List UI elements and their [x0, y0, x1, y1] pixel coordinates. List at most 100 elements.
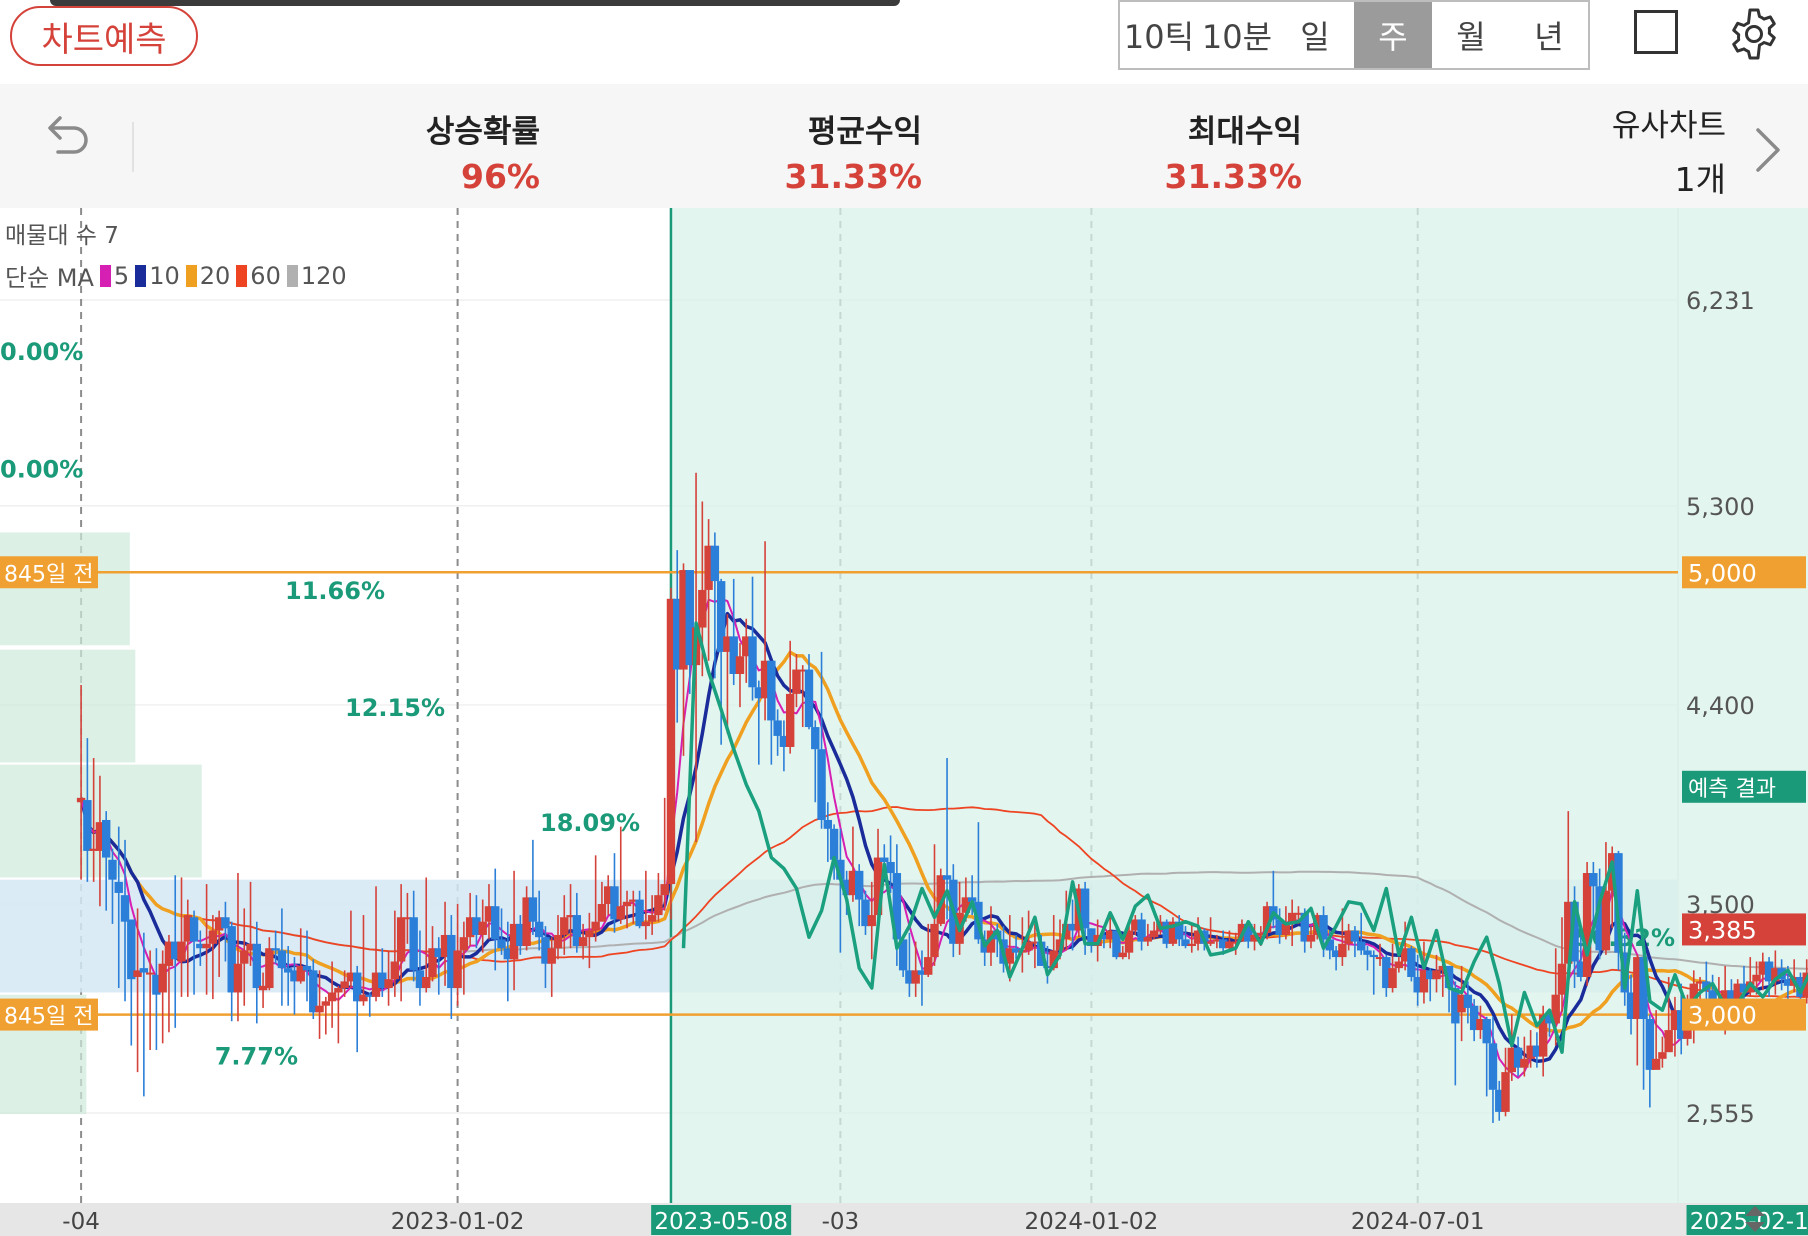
candle-body	[422, 976, 431, 989]
candle-body	[1752, 974, 1761, 982]
ma20-label: 20	[199, 261, 231, 290]
candle-body	[1363, 950, 1372, 955]
chart-predict-button[interactable]: 차트예측	[10, 6, 198, 66]
candle-body	[710, 545, 720, 582]
candle-body	[139, 968, 149, 973]
candle-body	[1388, 968, 1397, 989]
candle-body	[208, 930, 218, 944]
price-chart[interactable]: 11.66%12.15%18.09%50.32%7.77%0.00%0.00% …	[0, 208, 1808, 1236]
candle-body	[252, 943, 261, 989]
chevron-right-icon[interactable]	[1750, 122, 1786, 178]
candle-body	[83, 800, 92, 851]
period-day-button[interactable]: 일	[1276, 2, 1354, 68]
rise-probability-label: 상승확률	[425, 114, 540, 150]
max-return-value: 31.33%	[1164, 157, 1302, 196]
candle-body	[773, 720, 782, 736]
candle-body	[867, 915, 876, 927]
candle-body	[817, 749, 826, 820]
candle-body	[1118, 952, 1127, 958]
candle-body	[660, 884, 669, 896]
candle-body	[1501, 1072, 1510, 1112]
top-strip	[50, 0, 900, 6]
gear-icon[interactable]	[1724, 4, 1784, 64]
price-tick-label: 6,231	[1686, 287, 1755, 315]
candle-body	[384, 979, 393, 989]
volume-profile-bar	[0, 532, 130, 646]
price-level-label: 845일 전	[4, 562, 93, 587]
ma-legend-label: 단순 MA	[5, 264, 94, 292]
back-arrow-icon[interactable]	[36, 104, 96, 164]
ma-legend: 단순 MA 5 10 20 60 120	[5, 258, 347, 293]
candle-body	[1394, 961, 1404, 969]
candle-body	[145, 972, 155, 975]
candle-body	[1658, 1052, 1667, 1059]
candle-body	[102, 819, 111, 858]
candle-body	[622, 901, 632, 907]
top-toolbar: 차트예측 10틱 10분 일 주 월 년	[0, 0, 1808, 84]
candle-body	[1357, 941, 1366, 951]
candle-body	[1338, 943, 1347, 958]
date-label: -04	[62, 1209, 100, 1235]
candle-body	[597, 903, 607, 922]
ma5-swatch	[99, 264, 111, 287]
candle-body	[855, 870, 864, 900]
price-tick-label: 2,555	[1686, 1100, 1755, 1128]
volume-profile-pct: 11.66%	[285, 577, 385, 605]
candle-body	[1350, 930, 1360, 942]
candle-body	[1601, 890, 1611, 951]
date-label: 2024-07-01	[1351, 1209, 1485, 1235]
candle-body	[334, 988, 343, 993]
candle-body	[491, 906, 500, 940]
candle-body	[177, 941, 186, 962]
candle-body	[1582, 873, 1592, 977]
square-icon[interactable]	[1634, 10, 1678, 54]
price-tick-label: 4,400	[1686, 692, 1755, 720]
period-year-button[interactable]: 년	[1510, 2, 1588, 68]
candle-body	[114, 881, 123, 893]
ma60-label: 60	[250, 261, 281, 290]
candle-body	[108, 859, 117, 880]
prediction-result-label: 예측 결과	[1688, 777, 1776, 802]
period-month-button[interactable]: 월	[1432, 2, 1510, 68]
candle-body	[1407, 948, 1416, 977]
ma10-label: 10	[149, 261, 180, 290]
candle-body	[265, 948, 274, 989]
candle-body	[767, 660, 776, 721]
candle-body	[396, 917, 406, 962]
prediction-stats-bar: 상승확률 96% 평균수익 31.33% 최대수익 31.33% 유사차트 1개	[0, 84, 1808, 209]
period-week-button[interactable]: 주	[1354, 2, 1432, 68]
candle-body	[942, 875, 952, 880]
candle-body	[277, 950, 287, 969]
candle-body	[1187, 943, 1196, 947]
candle-body	[748, 636, 757, 688]
volume-profile-count: 매물대 수 7	[5, 223, 119, 249]
candle-body	[1369, 954, 1378, 958]
candle-body	[785, 693, 795, 747]
volume-profile-bar	[0, 649, 136, 763]
similar-charts[interactable]: 유사차트 1개	[1612, 100, 1726, 201]
date-axis: -04 2023-01-02 2023-05-08 -03 2024-01-02 2024…	[0, 1203, 1808, 1236]
candle-body	[578, 937, 588, 947]
period-10min-button[interactable]: 10분	[1198, 2, 1276, 68]
candle-body	[698, 589, 707, 628]
candle-body	[823, 819, 833, 829]
period-10tick-button[interactable]: 10틱	[1120, 2, 1198, 68]
ma5-label: 5	[113, 261, 130, 290]
candle-body	[1482, 1019, 1491, 1044]
candle-body	[547, 948, 556, 964]
candle-body	[553, 934, 563, 949]
candle-body	[930, 923, 939, 958]
date-label: 2023-01-02	[391, 1209, 525, 1235]
candle-body	[1432, 970, 1441, 980]
stats-divider	[132, 122, 134, 172]
ma20-swatch	[185, 264, 197, 287]
candle-body	[1143, 937, 1153, 942]
candle-body	[591, 921, 600, 931]
candle-body	[271, 948, 280, 951]
candle-body	[792, 669, 801, 694]
candle-body	[302, 965, 312, 971]
ma120-swatch	[286, 264, 298, 287]
candle-body	[1306, 934, 1316, 942]
candle-body	[340, 981, 349, 989]
average-return-label: 평균수익	[807, 114, 922, 150]
